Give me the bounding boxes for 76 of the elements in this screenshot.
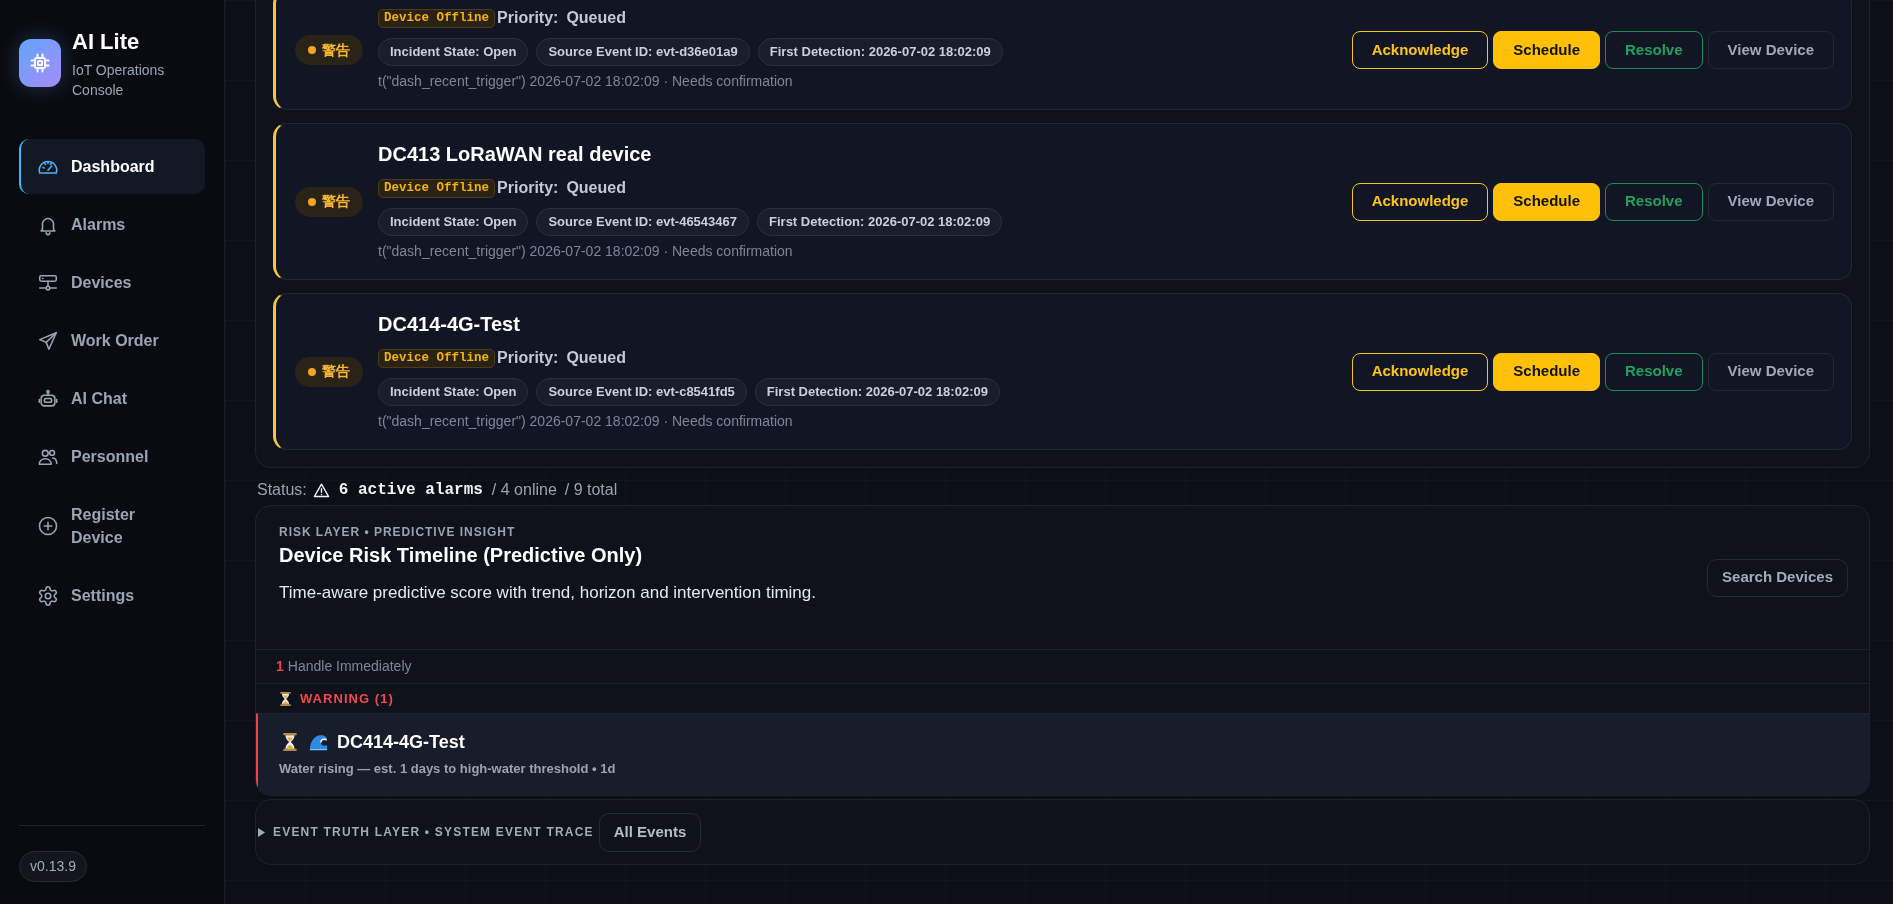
trigger-text: t("dash_recent_trigger") 2026-07-02 18:02:09 · Needs confirmation (378, 412, 794, 431)
action-button[interactable]: Resolve (1605, 31, 1703, 69)
hourglass-icon (283, 733, 297, 751)
info-chip: First Detection: 2026-07-02 18:02:09 (757, 38, 1003, 66)
all-events-button[interactable]: All Events (598, 812, 702, 852)
action-button[interactable]: Resolve (1605, 352, 1703, 391)
online-count: / 4 online (491, 480, 557, 500)
priority-label: Priority: (497, 348, 559, 368)
nav-item[interactable]: Register Device (19, 487, 205, 565)
search-devices-button[interactable]: Search Devices (1707, 558, 1848, 597)
event-trace-label: EVENT TRUTH LAYER • SYSTEM EVENT TRACE (273, 824, 594, 841)
action-button[interactable]: Acknowledge (1351, 352, 1489, 391)
alarm-title: DC414-4G-Test (378, 312, 521, 337)
total-count: / 9 total (564, 480, 618, 500)
active-alarms-count: 6 active alarms (338, 480, 483, 501)
warning-icon (312, 481, 330, 499)
risk-item-detail: Water rising — est. 1 days to high-water threshold • 1d (279, 760, 617, 778)
severity-label: 警告 (322, 40, 350, 60)
settings-icon (37, 584, 59, 607)
status-dot-icon (308, 197, 316, 206)
robot-icon (37, 387, 59, 410)
alarm-type-tag: Device Offline (378, 178, 496, 198)
info-chip: Incident State: Open (378, 378, 529, 406)
priority-value: Queued (566, 348, 626, 368)
risk-description: Time-aware predictive score with trend, horizon and intervention timing. (279, 582, 816, 604)
nav-item[interactable]: AI Chat (19, 371, 205, 426)
risk-title: Device Risk Timeline (Predictive Only) (279, 543, 644, 568)
risk-item-name: DC414-4G-Test (337, 730, 465, 754)
plus-circle-icon (37, 515, 59, 537)
info-chip: Source Event ID: evt-c8541fd5 (536, 378, 747, 406)
priority-label: Priority: (497, 8, 559, 28)
nav-item[interactable]: Settings (19, 568, 205, 623)
nav-item[interactable]: Devices (19, 255, 205, 310)
nav-item[interactable]: Work Order (19, 313, 205, 368)
warning-group-label: WARNING (1) (300, 689, 394, 708)
action-button[interactable]: Schedule (1493, 31, 1600, 69)
info-chip: First Detection: 2026-07-02 18:02:09 (754, 378, 1000, 406)
action-button[interactable]: View Device (1707, 31, 1834, 69)
trigger-text: t("dash_recent_trigger") 2026-07-02 18:02:09 · Needs confirmation (378, 72, 794, 91)
priority-value: Queued (566, 8, 626, 28)
status-dot-icon (308, 46, 316, 54)
alarm-type-tag: Device Offline (378, 8, 496, 28)
alarm-title: DC413 LoRaWAN real device (378, 142, 653, 167)
hourglass-icon (280, 691, 291, 706)
nav-item[interactable]: Personnel (19, 429, 205, 484)
info-chip: Source Event ID: evt-d36e01a9 (536, 38, 750, 66)
info-chip: Source Event ID: evt-46543467 (536, 208, 749, 236)
priority-label: Priority: (497, 178, 559, 198)
status-label: Status: (257, 480, 307, 500)
handle-count: 1 (276, 657, 284, 676)
priority-value: Queued (566, 178, 626, 198)
info-chip: First Detection: 2026-07-02 18:02:09 (757, 208, 1003, 236)
chip-logo-icon (19, 39, 61, 87)
brand-subtitle: IoT Operations Console (72, 61, 166, 100)
nav-item[interactable]: Dashboard (19, 139, 205, 194)
version-badge: v0.13.9 (19, 851, 87, 882)
action-button[interactable]: View Device (1707, 182, 1834, 221)
action-button[interactable]: Acknowledge (1351, 182, 1489, 221)
wave-icon (309, 733, 328, 751)
action-button[interactable]: Schedule (1493, 352, 1600, 391)
severity-label: 警告 (322, 192, 350, 211)
action-button[interactable]: Schedule (1493, 182, 1600, 221)
info-chip: Incident State: Open (378, 208, 529, 236)
brand-title: AI Lite (72, 29, 141, 55)
risk-eyebrow: RISK LAYER • PREDICTIVE INSIGHT (279, 524, 517, 540)
status-dot-icon (308, 367, 316, 376)
nav-item[interactable]: Alarms (19, 197, 205, 252)
action-button[interactable]: View Device (1707, 352, 1834, 391)
trigger-text: t("dash_recent_trigger") 2026-07-02 18:02:09 · Needs confirmation (378, 242, 794, 261)
info-chip: Incident State: Open (378, 38, 529, 66)
paper-plane-icon (37, 329, 59, 352)
alarm-type-tag: Device Offline (378, 348, 496, 368)
handle-label: Handle Immediately (287, 657, 412, 676)
action-button[interactable]: Resolve (1605, 182, 1703, 221)
severity-label: 警告 (322, 362, 350, 381)
action-button[interactable]: Acknowledge (1351, 31, 1489, 69)
